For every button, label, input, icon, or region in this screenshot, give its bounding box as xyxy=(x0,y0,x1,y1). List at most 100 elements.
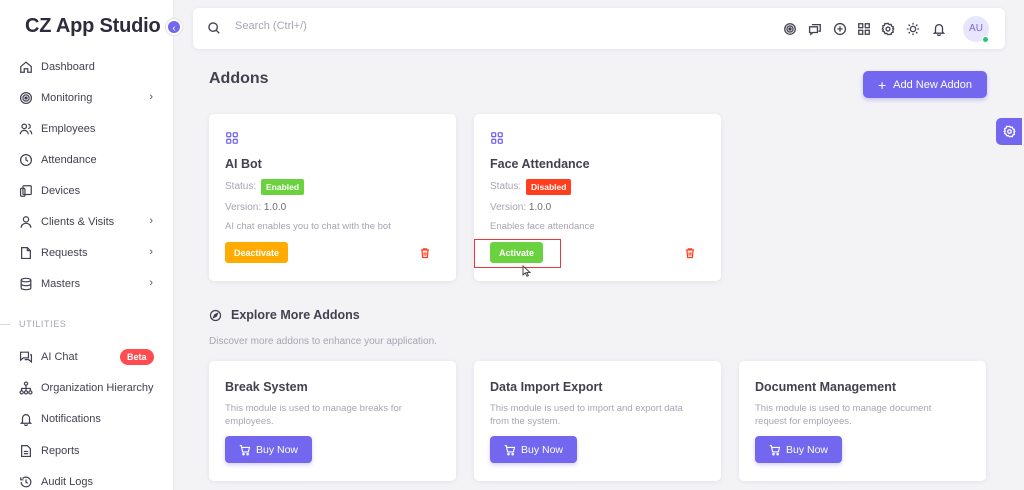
history-icon xyxy=(20,476,32,488)
customizer-toggle-button[interactable] xyxy=(996,118,1022,145)
sidebar-item-label: AI Chat xyxy=(41,351,78,363)
add-circle-icon[interactable] xyxy=(833,22,847,36)
sidebar-item-monitoring[interactable]: Monitoring › xyxy=(19,87,159,109)
status-badge: Enabled xyxy=(261,179,305,195)
sidebar-item-devices[interactable]: Devices xyxy=(19,180,159,202)
database-icon xyxy=(20,277,32,291)
sidebar-item-reports[interactable]: Reports xyxy=(19,440,159,462)
version-row: Version: 1.0.0 xyxy=(225,202,286,213)
module-description: This module is used to import and export… xyxy=(490,403,683,427)
clock-icon xyxy=(19,153,33,167)
gear-icon xyxy=(1002,125,1016,138)
module-description: This module is used to manage breaks for… xyxy=(225,403,402,427)
sidebar-item-label: Organization Hierarchy xyxy=(41,382,154,394)
sidebar-item-label: Audit Logs xyxy=(41,476,93,488)
bell-icon[interactable] xyxy=(932,22,946,36)
explore-title: Explore More Addons xyxy=(231,308,360,322)
sidebar-item-label: Dashboard xyxy=(41,61,95,73)
gear-icon[interactable] xyxy=(881,22,895,36)
module-title: Document Management xyxy=(755,380,896,394)
sidebar-item-label: Clients & Visits xyxy=(41,216,115,228)
module-card-data-import-export: Data Import Export This module is used t… xyxy=(474,361,721,481)
add-new-addon-label: Add New Addon xyxy=(893,78,973,91)
report-icon xyxy=(21,444,31,458)
page-title: Addons xyxy=(209,70,269,87)
version-label: Version: xyxy=(490,202,527,213)
top-navbar: AU xyxy=(193,8,1005,49)
add-new-addon-button[interactable]: + Add New Addon xyxy=(863,71,987,98)
chat-icon[interactable] xyxy=(808,22,822,36)
target-icon xyxy=(19,91,33,105)
sidebar-item-dashboard[interactable]: Dashboard xyxy=(19,56,159,78)
apps-icon xyxy=(226,132,238,144)
explore-subtitle: Discover more addons to enhance your app… xyxy=(209,336,437,347)
sidebar-item-label: Masters xyxy=(41,278,81,290)
buy-now-button[interactable]: Buy Now xyxy=(490,436,577,463)
bell-icon xyxy=(19,414,33,426)
version-label: Version: xyxy=(225,202,262,213)
addon-title: Face Attendance xyxy=(490,157,590,171)
user-icon xyxy=(20,216,32,228)
app-title: CZ App Studio xyxy=(25,15,161,37)
target-icon[interactable] xyxy=(783,22,797,36)
plus-icon: + xyxy=(877,76,887,93)
deactivate-button[interactable]: Deactivate xyxy=(225,242,289,263)
addon-card-ai-bot: AI Bot Status: Enabled Version: 1.0.0 AI… xyxy=(209,114,456,281)
search-icon[interactable] xyxy=(207,21,221,35)
cart-icon xyxy=(504,444,516,455)
version-value: 1.0.0 xyxy=(528,202,552,213)
sidebar-item-label: Monitoring xyxy=(41,92,93,104)
sidebar-item-label: Reports xyxy=(41,445,80,457)
cart-icon xyxy=(239,444,251,455)
compass-icon xyxy=(209,309,222,322)
addon-description: AI chat enables you to chat with the bot xyxy=(225,221,391,232)
sidebar-item-employees[interactable]: Employees xyxy=(19,118,159,140)
buy-now-label: Buy Now xyxy=(785,443,828,456)
trash-icon[interactable] xyxy=(419,247,431,259)
sidebar-item-label: Employees xyxy=(41,123,96,135)
chevron-right-icon: › xyxy=(149,91,153,103)
module-card-document-management: Document Management This module is used … xyxy=(739,361,986,481)
section-label-utilities: UTILITIES xyxy=(19,319,67,329)
search-input[interactable] xyxy=(235,20,435,32)
online-status-dot xyxy=(982,36,989,43)
status-label: Status: xyxy=(490,181,522,192)
version-row: Version: 1.0.0 xyxy=(490,202,551,213)
buy-now-label: Buy Now xyxy=(255,443,298,456)
chevron-right-icon: › xyxy=(149,277,153,289)
highlight-box xyxy=(474,239,561,268)
hierarchy-icon xyxy=(19,381,33,395)
module-card-break-system: Break System This module is used to mana… xyxy=(209,361,456,481)
trash-icon[interactable] xyxy=(684,247,696,259)
module-title: Data Import Export xyxy=(490,380,603,394)
sidebar-item-requests[interactable]: Requests › xyxy=(19,242,159,264)
sidebar-collapse-button[interactable]: ‹ xyxy=(166,19,182,35)
chevron-right-icon: › xyxy=(149,215,153,227)
addon-description: Enables face attendance xyxy=(490,221,595,232)
buy-now-button[interactable]: Buy Now xyxy=(755,436,842,463)
sidebar-item-attendance[interactable]: Attendance xyxy=(19,149,159,171)
sidebar-item-notifications[interactable]: Notifications xyxy=(19,408,159,430)
addon-title: AI Bot xyxy=(225,157,262,171)
sidebar-item-organization-hierarchy[interactable]: Organization Hierarchy xyxy=(19,377,159,399)
chevron-right-icon: › xyxy=(149,246,153,258)
buy-now-button[interactable]: Buy Now xyxy=(225,436,312,463)
sun-icon[interactable] xyxy=(906,22,920,36)
sidebar-item-label: Requests xyxy=(41,247,88,259)
status-badge: Disabled xyxy=(526,179,572,195)
sidebar-item-label: Notifications xyxy=(41,413,101,425)
status-label: Status: xyxy=(225,181,257,192)
chevron-left-icon: ‹ xyxy=(172,23,176,34)
sidebar-item-audit-logs[interactable]: Audit Logs xyxy=(19,471,159,490)
beta-badge: Beta xyxy=(120,349,154,365)
sidebar-item-masters[interactable]: Masters › xyxy=(19,273,159,295)
sidebar-item-clients-visits[interactable]: Clients & Visits › xyxy=(19,211,159,233)
module-description: This module is used to manage document r… xyxy=(755,403,932,427)
devices-icon xyxy=(19,185,32,197)
home-icon xyxy=(20,61,32,73)
grid-icon[interactable] xyxy=(857,22,871,36)
sidebar-item-label: Devices xyxy=(41,185,81,197)
buy-now-label: Buy Now xyxy=(520,443,563,456)
sidebar: CZ App Studio Dashboard Monitoring › Emp… xyxy=(0,0,174,490)
sidebar-item-label: Attendance xyxy=(41,154,97,166)
